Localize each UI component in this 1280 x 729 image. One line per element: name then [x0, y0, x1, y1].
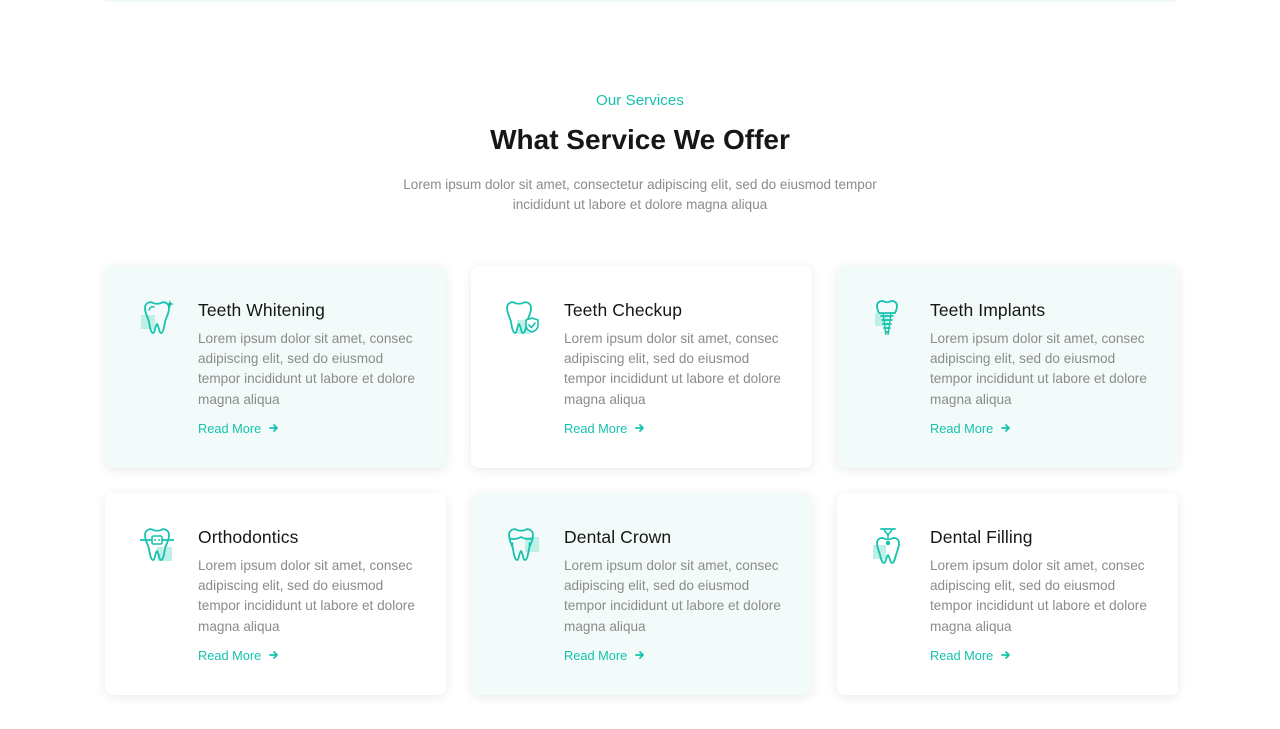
arrow-right-icon — [269, 650, 279, 660]
service-description: Lorem ipsum dolor sit amet, consec adipi… — [198, 331, 415, 407]
read-more-link[interactable]: Read More — [564, 421, 645, 436]
service-title: Dental Crown — [564, 527, 672, 547]
section-heading: What Service We Offer — [490, 124, 790, 155]
top-divider — [105, 0, 1177, 2]
read-more-label: Read More — [198, 647, 262, 663]
service-title: Teeth Whitening — [198, 300, 325, 320]
service-description: Lorem ipsum dolor sit amet, consec adipi… — [564, 558, 781, 634]
tooth-implant-icon — [869, 298, 909, 338]
services-section: Our Services What Service We Offer Lorem… — [0, 0, 1280, 729]
arrow-right-icon — [635, 650, 645, 660]
read-more-link[interactable]: Read More — [930, 421, 1011, 436]
read-more-label: Read More — [930, 420, 994, 436]
service-card-dental-filling: Dental Filling Lorem ipsum dolor sit ame… — [837, 493, 1178, 695]
service-title: Teeth Implants — [930, 300, 1046, 320]
arrow-right-icon — [1001, 650, 1011, 660]
tooth-checkup-icon — [503, 298, 543, 338]
read-more-link[interactable]: Read More — [198, 421, 279, 436]
service-card-orthodontics: Orthodontics Lorem ipsum dolor sit amet,… — [105, 493, 446, 695]
tooth-filling-icon — [869, 525, 909, 565]
section-intro: Lorem ipsum dolor sit amet, consectetur … — [403, 177, 877, 212]
arrow-right-icon — [269, 423, 279, 433]
service-description: Lorem ipsum dolor sit amet, consec adipi… — [930, 331, 1147, 407]
read-more-label: Read More — [198, 420, 262, 436]
service-title: Orthodontics — [198, 527, 299, 547]
arrow-right-icon — [1001, 423, 1011, 433]
read-more-label: Read More — [564, 420, 628, 436]
tooth-braces-icon — [137, 525, 177, 565]
read-more-label: Read More — [930, 647, 994, 663]
services-grid: Teeth Whitening Lorem ipsum dolor sit am… — [105, 266, 1178, 695]
service-card-dental-crown: Dental Crown Lorem ipsum dolor sit amet,… — [471, 493, 812, 695]
service-description: Lorem ipsum dolor sit amet, consec adipi… — [564, 331, 781, 407]
read-more-link[interactable]: Read More — [930, 648, 1011, 663]
tooth-crown-icon — [503, 525, 543, 565]
service-title: Teeth Checkup — [564, 300, 683, 320]
read-more-label: Read More — [564, 647, 628, 663]
section-eyebrow: Our Services — [596, 92, 684, 109]
service-card-teeth-checkup: Teeth Checkup Lorem ipsum dolor sit amet… — [471, 266, 812, 468]
service-description: Lorem ipsum dolor sit amet, consec adipi… — [930, 558, 1147, 634]
service-title: Dental Filling — [930, 527, 1033, 547]
arrow-right-icon — [635, 423, 645, 433]
read-more-link[interactable]: Read More — [198, 648, 279, 663]
service-card-teeth-implants: Teeth Implants Lorem ipsum dolor sit ame… — [837, 266, 1178, 468]
read-more-link[interactable]: Read More — [564, 648, 645, 663]
tooth-whitening-icon — [137, 298, 177, 338]
service-card-teeth-whitening: Teeth Whitening Lorem ipsum dolor sit am… — [105, 266, 446, 468]
service-description: Lorem ipsum dolor sit amet, consec adipi… — [198, 558, 415, 634]
